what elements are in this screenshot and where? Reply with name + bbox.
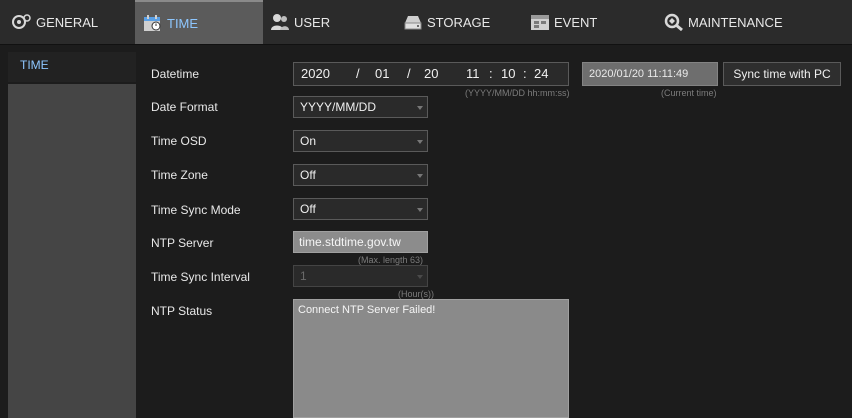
datetime-input[interactable]: 2020 / 01 / 20 11 : 10 : 24 — [293, 62, 569, 86]
datetime-separator: : — [489, 66, 493, 81]
tab-maintenance[interactable]: MAINTENANCE — [664, 0, 783, 44]
datetime-separator: / — [356, 66, 360, 81]
datetime-second[interactable]: 24 — [534, 63, 548, 85]
datetime-label: Datetime — [151, 67, 200, 81]
datetime-separator: / — [407, 66, 411, 81]
datetime-month[interactable]: 01 — [375, 63, 389, 85]
datetime-year[interactable]: 2020 — [301, 63, 330, 85]
tab-event-label: EVENT — [554, 14, 598, 30]
tab-storage[interactable]: STORAGE — [403, 0, 490, 44]
date-format-select[interactable]: YYYY/MM/DD — [293, 96, 428, 118]
time-sync-interval-label: Time Sync Interval — [151, 270, 250, 284]
date-format-label: Date Format — [151, 100, 218, 114]
chevron-down-icon — [417, 275, 423, 279]
time-sync-mode-label: Time Sync Mode — [151, 203, 241, 217]
storage-drive-icon — [403, 13, 423, 31]
ntp-status-box: Connect NTP Server Failed! — [293, 299, 569, 418]
chevron-down-icon — [417, 174, 423, 178]
chevron-down-icon — [417, 208, 423, 212]
datetime-minute[interactable]: 10 — [501, 63, 515, 85]
tab-user-label: USER — [294, 14, 331, 30]
time-osd-value: On — [300, 134, 317, 148]
top-nav: GENERAL TIME USER STORAGE EVENT MAINTENA… — [0, 0, 852, 45]
time-sync-interval-hint: (Hour(s)) — [398, 289, 434, 299]
time-sync-interval-select[interactable]: 1 — [293, 265, 428, 287]
time-sync-interval-value: 1 — [300, 269, 307, 283]
sidebar-panel — [8, 84, 136, 418]
time-sync-mode-value: Off — [300, 202, 316, 216]
tab-event[interactable]: EVENT — [530, 0, 597, 44]
sidebar-item-time[interactable]: TIME — [20, 58, 49, 72]
tab-user[interactable]: USER — [270, 0, 330, 44]
tab-maintenance-label: MAINTENANCE — [688, 14, 783, 30]
time-zone-label: Time Zone — [151, 168, 208, 182]
current-time-display: 2020/01/20 11:11:49 — [582, 62, 718, 86]
tab-time[interactable]: TIME — [135, 0, 263, 44]
time-zone-select[interactable]: Off — [293, 164, 428, 186]
tab-time-label: TIME — [167, 15, 199, 31]
ntp-server-hint: (Max. length 63) — [358, 255, 424, 265]
tab-storage-label: STORAGE — [427, 14, 491, 30]
users-icon — [270, 13, 290, 31]
chevron-down-icon — [417, 140, 423, 144]
maintenance-magnifier-icon — [664, 13, 684, 32]
ntp-status-label: NTP Status — [151, 304, 213, 318]
sync-time-with-pc-button[interactable]: Sync time with PC — [723, 62, 841, 86]
calendar-clock-icon — [143, 14, 163, 32]
datetime-day[interactable]: 20 — [424, 63, 438, 85]
time-zone-value: Off — [300, 168, 316, 182]
chevron-down-icon — [417, 106, 423, 110]
datetime-hour[interactable]: 11 — [466, 63, 480, 85]
ntp-server-input[interactable]: time.stdtime.gov.tw — [293, 231, 428, 253]
time-osd-select[interactable]: On — [293, 130, 428, 152]
datetime-separator: : — [523, 66, 527, 81]
gears-icon — [12, 13, 32, 31]
tab-general[interactable]: GENERAL — [12, 0, 98, 44]
date-format-value: YYYY/MM/DD — [300, 100, 377, 114]
time-sync-mode-select[interactable]: Off — [293, 198, 428, 220]
datetime-format-hint: (YYYY/MM/DD hh:mm:ss) — [465, 88, 570, 98]
time-osd-label: Time OSD — [151, 134, 207, 148]
tab-general-label: GENERAL — [36, 14, 99, 30]
ntp-server-label: NTP Server — [151, 236, 214, 250]
current-time-hint: (Current time) — [661, 88, 717, 98]
event-calendar-icon — [530, 13, 550, 31]
